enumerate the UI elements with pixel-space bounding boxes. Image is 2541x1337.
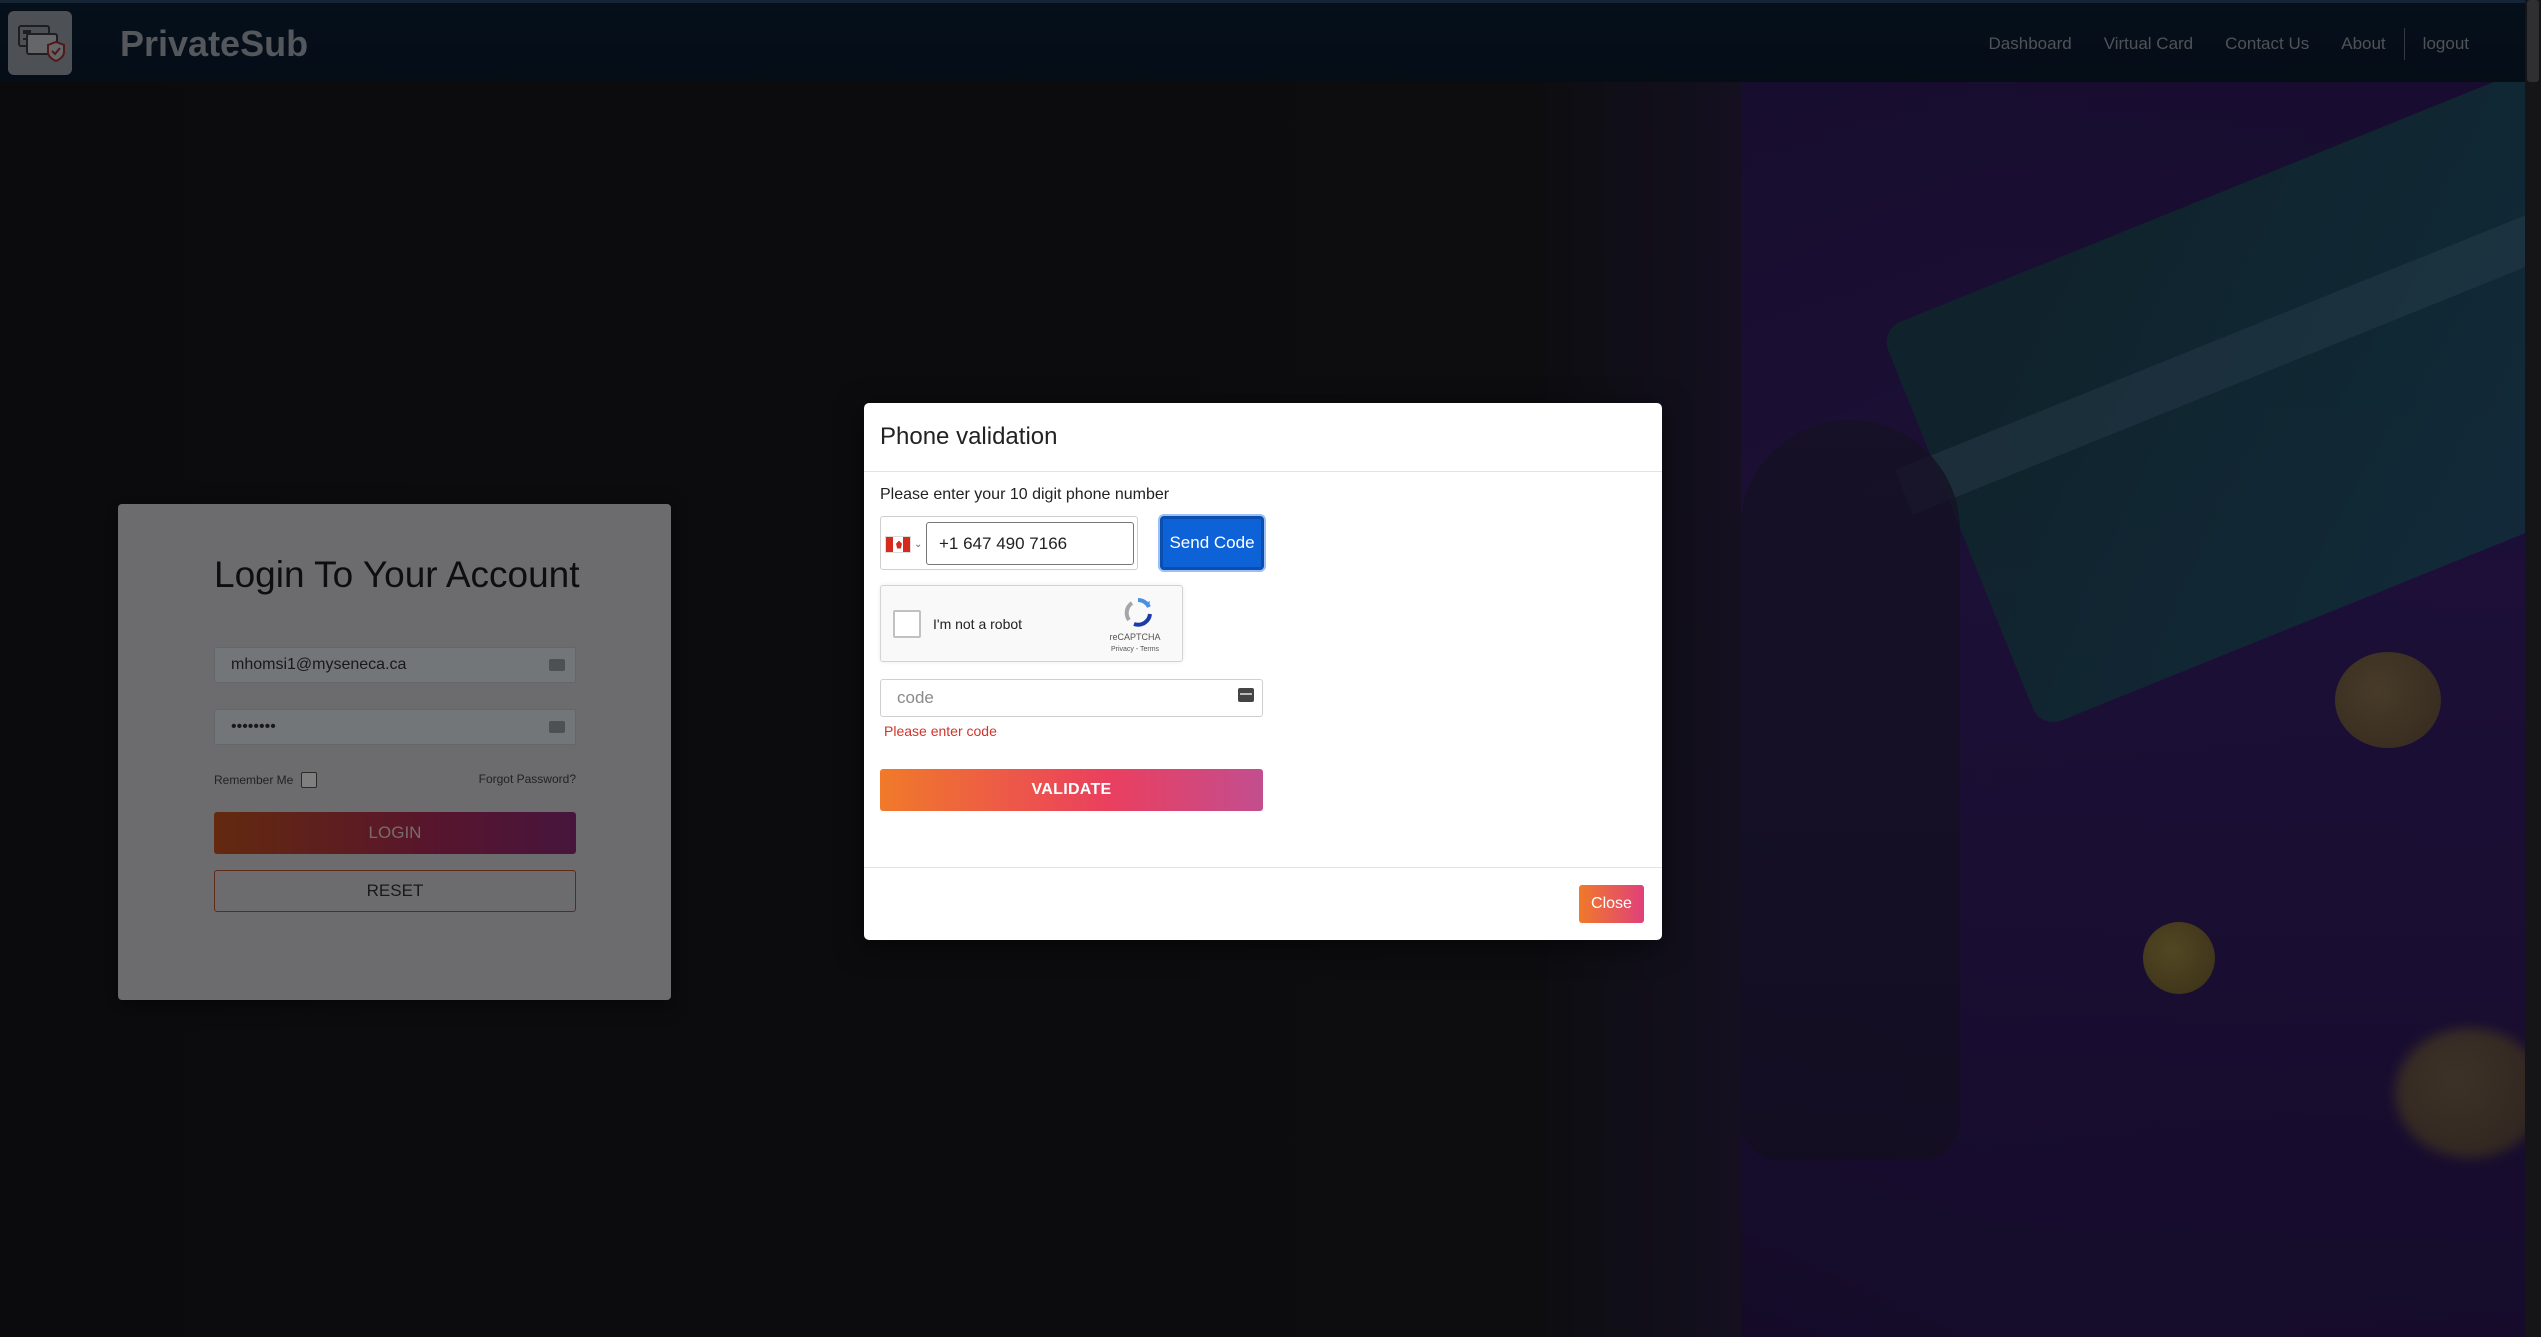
validate-button[interactable]: VALIDATE [880,769,1263,811]
recaptcha-label: I'm not a robot [933,616,1023,632]
phone-input-group: ⌄ [880,516,1138,570]
recaptcha-widget: I'm not a robot reCAPTCHA Privacy - Term… [880,585,1183,662]
modal-title: Phone validation [880,423,1058,450]
close-button[interactable]: Close [1579,885,1644,923]
code-error-message: Please enter code [884,723,997,739]
recaptcha-brand: reCAPTCHA [1109,632,1161,642]
country-code-select[interactable]: ⌄ [885,531,925,557]
phone-label: Please enter your 10 digit phone number [880,486,1170,503]
recaptcha-checkbox[interactable] [893,610,921,638]
chevron-down-icon: ⌄ [914,538,923,550]
send-code-button[interactable]: Send Code [1160,516,1264,570]
recaptcha-logo-icon [1124,597,1152,627]
phone-validation-modal: Phone validation Please enter your 10 di… [864,403,1662,940]
modal-header: Phone validation [864,403,1662,472]
modal-footer: Close [864,867,1662,940]
recaptcha-privacy-terms[interactable]: Privacy - Terms [1100,646,1170,653]
autofill-icon [1238,688,1254,702]
phone-input[interactable] [926,522,1134,565]
canada-flag-icon [885,535,911,553]
code-input[interactable] [880,679,1263,717]
